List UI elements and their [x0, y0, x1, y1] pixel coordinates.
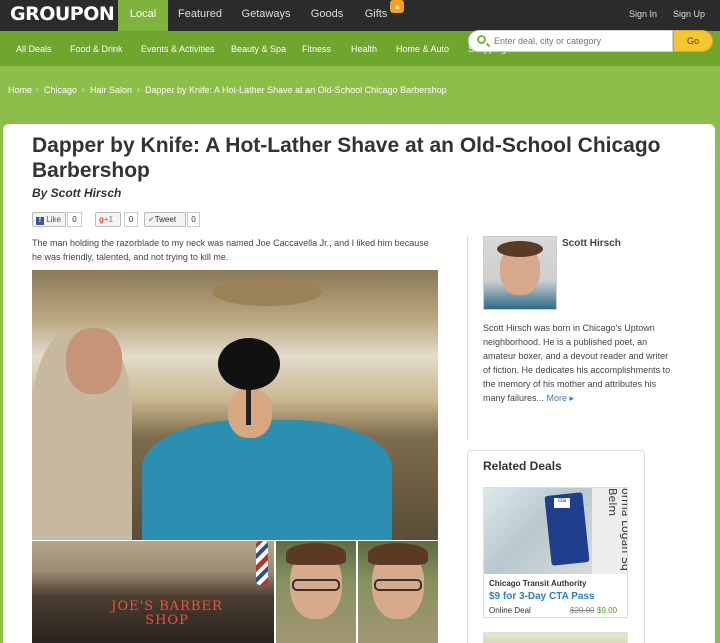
category-all-deals[interactable]: All Deals — [16, 44, 52, 54]
tweet-button[interactable]: ✔Tweet — [144, 212, 186, 227]
sign-in-link[interactable]: Sign In — [629, 9, 657, 19]
go-button[interactable]: Go — [673, 30, 713, 52]
plus-count: 0 — [124, 212, 138, 227]
author-name[interactable]: Scott Hirsch — [562, 238, 621, 249]
article-byline: By Scott Hirsch — [32, 186, 122, 200]
barber-head — [66, 328, 122, 394]
breadcrumb-chicago[interactable]: Chicago — [44, 85, 77, 95]
category-beauty-spa[interactable]: Beauty & Spa — [231, 44, 286, 54]
category-events-activities[interactable]: Events & Activities — [141, 44, 215, 54]
breadcrumb-current: Dapper by Knife: A Hot-Lather Shave at a… — [145, 85, 447, 95]
tab-featured[interactable]: Featured — [170, 0, 230, 31]
barber-pole-icon — [256, 541, 268, 585]
tweet-count: 0 — [187, 212, 200, 227]
deal-original-price: $20.00 — [570, 606, 595, 615]
more-link[interactable]: More ▸ — [547, 393, 575, 403]
deal-card[interactable] — [483, 632, 628, 643]
deal-image[interactable]: cta orma Logan Sq Belm — [484, 488, 627, 574]
tweet-label: Tweet — [154, 215, 177, 224]
author-avatar[interactable] — [483, 236, 557, 310]
tab-goods[interactable]: Goods — [302, 0, 352, 31]
storefront-photo: JOE'S BARBER SHOP — [32, 541, 274, 643]
portrait-glasses — [374, 579, 422, 591]
mounted-fish — [212, 278, 322, 306]
author-bio: Scott Hirsch was born in Chicago's Uptow… — [483, 321, 673, 405]
station-sign: orma Logan Sq Belm — [592, 488, 627, 574]
portrait-hair — [368, 543, 428, 565]
portrait-photo — [276, 541, 356, 643]
sidebar-divider — [467, 236, 468, 440]
portrait-hair — [286, 543, 346, 565]
shop-sign: JOE'S BARBER SHOP — [111, 599, 223, 628]
search-icon — [477, 35, 486, 44]
deal-merchant: Chicago Transit Authority — [489, 579, 587, 588]
category-home-auto[interactable]: Home & Auto — [396, 44, 449, 54]
search-input[interactable] — [494, 33, 664, 49]
deal-price: $9.00 — [597, 606, 618, 615]
deal-title-link[interactable]: $9 for 3-Day CTA Pass — [489, 591, 595, 602]
category-food-drink[interactable]: Food & Drink — [70, 44, 123, 54]
search-box[interactable] — [468, 30, 673, 52]
breadcrumb-separator-icon: › — [137, 85, 140, 94]
article-intro: The man holding the razorblade to my nec… — [32, 238, 429, 262]
plus-label: +1 — [103, 215, 114, 224]
like-label: Like — [46, 215, 61, 224]
google-plus-button[interactable]: g+1 — [95, 212, 121, 227]
top-nav-bar: GROUPON Local Featured Getaways Goods Gi… — [0, 0, 720, 31]
breadcrumb: Home › Chicago › Hair Salon › Dapper by … — [0, 66, 720, 124]
tab-local[interactable]: Local — [118, 0, 168, 31]
facebook-like-button[interactable]: f Like — [32, 212, 66, 227]
twitter-icon: ✔ — [148, 215, 155, 224]
avatar-hair — [497, 241, 543, 257]
breadcrumb-separator-icon: › — [36, 85, 39, 94]
portrait-photo — [358, 541, 438, 643]
category-health[interactable]: Health — [351, 44, 377, 54]
deal-type: Online Deal — [489, 606, 531, 615]
author-bio-text: Scott Hirsch was born in Chicago's Uptow… — [483, 323, 671, 403]
gift-icon: 🔒︎ — [390, 0, 404, 13]
breadcrumb-separator-icon: › — [82, 85, 85, 94]
tab-getaways[interactable]: Getaways — [236, 0, 296, 31]
related-deals-title: Related Deals — [483, 459, 562, 473]
category-fitness[interactable]: Fitness — [302, 44, 331, 54]
portrait-glasses — [292, 579, 340, 591]
hand-mirror — [218, 338, 280, 390]
facebook-icon: f — [36, 217, 44, 225]
sign-up-link[interactable]: Sign Up — [673, 9, 705, 19]
transit-card-logo: cta — [554, 498, 570, 508]
page-title: Dapper by Knife: A Hot-Lather Shave at a… — [32, 134, 661, 182]
groupon-logo[interactable]: GROUPON — [10, 3, 115, 25]
like-count: 0 — [67, 212, 82, 227]
mirror-handle — [246, 385, 251, 425]
customer-cape — [142, 420, 392, 540]
breadcrumb-hair-salon[interactable]: Hair Salon — [90, 85, 132, 95]
barbershop-photo — [32, 270, 438, 540]
breadcrumb-home[interactable]: Home — [8, 85, 32, 95]
